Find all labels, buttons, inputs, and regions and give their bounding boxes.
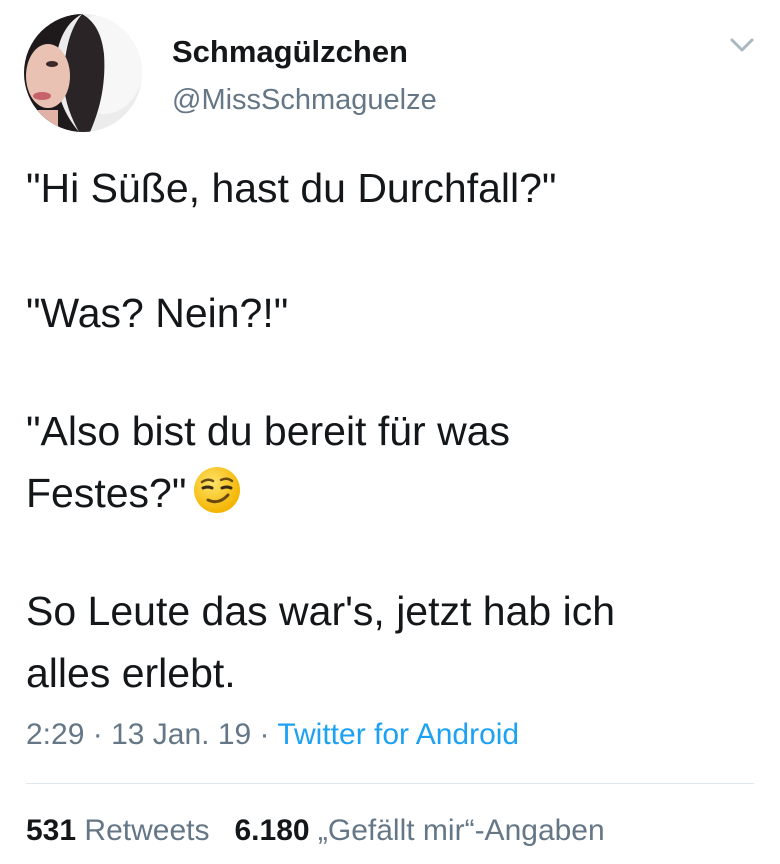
tweet-text-line: So Leute das war's, jetzt hab ich	[26, 588, 615, 634]
tweet-date[interactable]: 13 Jan. 19	[111, 718, 251, 751]
divider	[26, 783, 754, 784]
tweet-text-line: "Hi Süße, hast du Durchfall?"	[26, 165, 557, 211]
avatar[interactable]	[24, 14, 142, 132]
tweet-time[interactable]: 2:29	[26, 718, 84, 751]
tweet-card: Schmagülzchen @MissSchmaguelze "Hi Süße,…	[0, 0, 780, 864]
meta-separator: ·	[92, 718, 103, 751]
tweet-meta: 2:29 · 13 Jan. 19 · Twitter for Android	[26, 718, 519, 752]
display-name[interactable]: Schmagülzchen	[172, 34, 408, 70]
meta-separator: ·	[259, 718, 270, 751]
tweet-text-line-with-emoji: Festes?"	[26, 465, 242, 521]
likes-label: „Gefällt mir“-Angaben	[317, 814, 605, 847]
tweet-source-link[interactable]: Twitter for Android	[277, 718, 519, 751]
tweet-text-line: Festes?"	[26, 470, 187, 516]
likes-count: 6.180	[234, 814, 310, 847]
retweets-stat[interactable]: 531 Retweets	[26, 814, 209, 847]
tweet-stats: 531 Retweets 6.180 „Gefällt mir“-Angaben	[26, 814, 605, 848]
smirking-face-emoji-icon	[194, 467, 241, 513]
tweet-text-line: "Was? Nein?!"	[26, 290, 289, 336]
retweets-label: Retweets	[84, 814, 210, 847]
avatar-image	[24, 14, 142, 132]
likes-stat[interactable]: 6.180 „Gefällt mir“-Angaben	[234, 814, 604, 847]
tweet-text-line: "Also bist du bereit für was	[26, 408, 510, 454]
retweets-count: 531	[26, 814, 77, 847]
chevron-down-icon[interactable]	[729, 36, 755, 54]
user-handle[interactable]: @MissSchmaguelze	[172, 84, 437, 117]
tweet-text-line: alles erlebt.	[26, 650, 236, 696]
